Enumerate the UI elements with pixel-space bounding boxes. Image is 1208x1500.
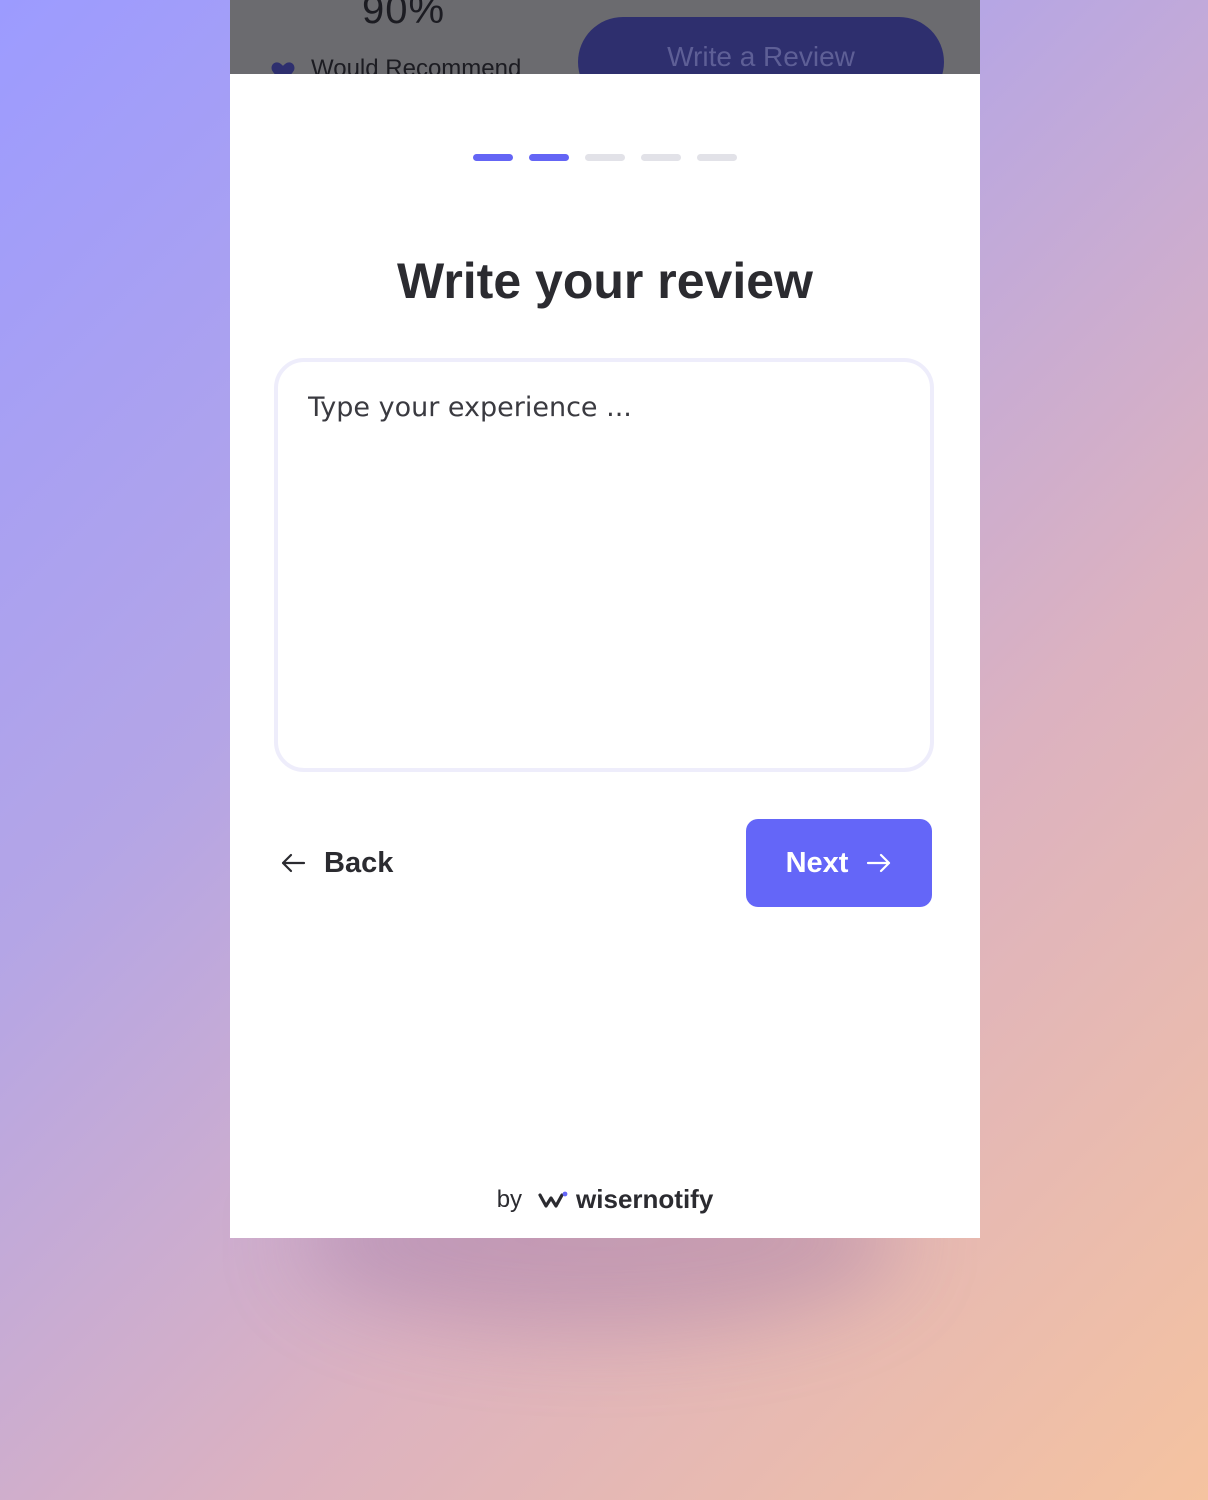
heart-icon [271, 62, 295, 74]
recommend-percent: 90% [362, 0, 446, 32]
back-button-label: Back [324, 846, 394, 879]
review-step-card: Write your review Back Next by wisernoti… [230, 74, 980, 1238]
next-button-label: Next [785, 846, 849, 879]
would-recommend-label: Would Recommend [311, 55, 522, 74]
review-textarea[interactable] [308, 392, 904, 742]
progress-indicator [230, 154, 980, 161]
arrow-right-icon [867, 853, 891, 873]
arrow-left-icon [281, 853, 306, 873]
back-button[interactable]: Back [280, 838, 393, 888]
progress-step-4 [641, 154, 681, 161]
brand-link[interactable]: wisernotify [538, 1184, 713, 1215]
progress-step-5 [697, 154, 737, 161]
background-review-widget: 90% Would Recommend Write a Review [230, 0, 980, 74]
by-label: by [496, 1185, 523, 1213]
write-a-review-button[interactable]: Write a Review [578, 17, 944, 74]
next-button[interactable]: Next [746, 819, 932, 907]
progress-step-2 [529, 154, 569, 161]
progress-step-3 [585, 154, 625, 161]
progress-step-1 [473, 154, 513, 161]
review-textarea-container [274, 358, 934, 772]
powered-by-footer: by wisernotify [230, 1184, 980, 1215]
brand-name: wisernotify [576, 1184, 714, 1214]
wisernotify-logo-icon [538, 1191, 568, 1208]
page-title: Write your review [397, 253, 813, 309]
